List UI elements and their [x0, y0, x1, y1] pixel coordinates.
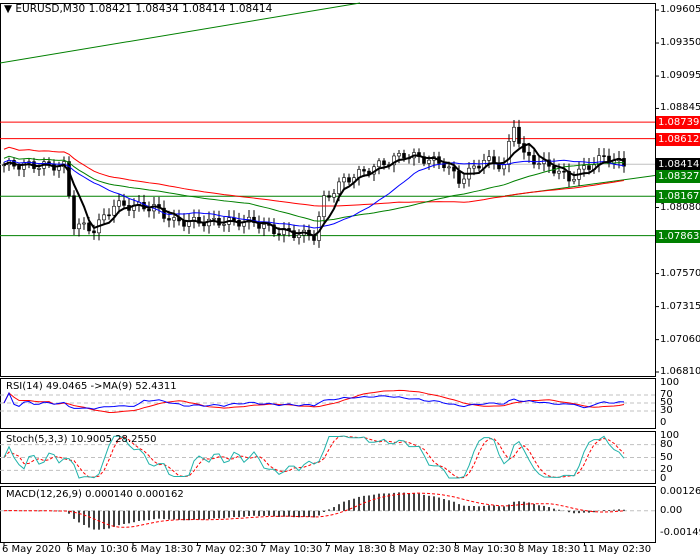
time-axis-label: 6 May 2020	[2, 544, 61, 555]
price-level-tag: 1.08739	[656, 116, 700, 130]
price-level-tag: 1.08327	[656, 169, 700, 183]
time-axis-label: 8 May 18:30	[518, 544, 581, 555]
time-axis-label: 6 May 18:30	[131, 544, 194, 555]
chart-canvas[interactable]	[0, 0, 700, 560]
time-axis-label: 6 May 10:30	[66, 544, 129, 555]
candle-body	[527, 151, 531, 156]
candle-body	[362, 169, 366, 172]
price-axis-label: 1.08845	[660, 102, 700, 114]
price-axis-label: 1.09605	[660, 4, 700, 15]
price-axis-label: 1.06810	[660, 366, 700, 377]
candle-body	[487, 156, 491, 161]
time-axis-label: 11 May 02:30	[582, 544, 652, 555]
time-axis-label: 8 May 10:30	[453, 544, 516, 555]
rsi-axis-label: 0	[660, 417, 667, 428]
candle-body	[212, 218, 216, 220]
candle-body	[117, 200, 121, 207]
candle-body	[72, 195, 76, 230]
stoch-axis-label: 0	[660, 473, 667, 484]
stoch-axis-label: 50	[660, 451, 673, 463]
price-level-tag: 1.07863	[656, 229, 700, 243]
candle-body	[537, 163, 541, 165]
macd-axis-label: 0.001261	[660, 486, 700, 497]
time-axis-label: 7 May 02:30	[195, 544, 258, 555]
candle-body	[82, 222, 86, 225]
candle-body	[507, 141, 511, 165]
price-axis-label: 1.09350	[660, 37, 700, 49]
stoch-label: Stoch(5,3,3) 10.9005 28.2550	[6, 434, 157, 445]
candle-body	[102, 214, 106, 221]
candle-body	[572, 179, 576, 182]
candle-body	[427, 159, 431, 164]
chart-title: ▼ EURUSD,M30 1.08421 1.08434 1.08414 1.0…	[4, 3, 273, 15]
candle-body	[77, 223, 81, 230]
symbol-label: EURUSD,M30	[15, 3, 86, 15]
candle-body	[557, 170, 561, 174]
rsi-axis-label: 100	[660, 377, 680, 388]
price-axis-label: 1.07570	[660, 267, 700, 279]
candle-body	[147, 208, 151, 212]
candle-body	[332, 193, 336, 198]
price-axis-label: 1.07315	[660, 300, 700, 312]
candle-body	[347, 177, 351, 183]
candle-body	[562, 170, 566, 173]
candle-body	[107, 214, 111, 217]
candle-body	[327, 195, 331, 198]
candle-body	[587, 165, 591, 170]
candle-body	[477, 165, 481, 169]
price-level-tag: 1.08612	[656, 132, 700, 146]
candle-body	[462, 178, 466, 184]
candle-body	[92, 230, 96, 234]
candle-body	[402, 153, 406, 159]
candle-body	[297, 234, 301, 238]
candle-body	[222, 224, 226, 226]
candle-body	[87, 222, 91, 232]
price-level-tag: 1.08167	[656, 190, 700, 204]
candle-body	[167, 218, 171, 221]
macd-label: MACD(12,26,9) 0.000140 0.000162	[6, 489, 184, 500]
candle-body	[122, 200, 126, 206]
candle-body	[512, 126, 516, 142]
candle-body	[377, 160, 381, 168]
time-axis-label: 7 May 18:30	[324, 544, 387, 555]
candle-body	[472, 165, 476, 169]
ma-green	[3, 155, 625, 222]
candle-body	[397, 153, 401, 157]
candle-body	[382, 160, 386, 166]
time-axis-label: 8 May 02:30	[389, 544, 452, 555]
candle-body	[37, 168, 41, 170]
candle-body	[517, 126, 521, 144]
candle-body	[172, 217, 176, 221]
chart-window: ▼ EURUSD,M30 1.08421 1.08434 1.08414 1.0…	[0, 0, 700, 560]
stoch-axis-label: 80	[660, 438, 673, 450]
candle-body	[447, 166, 451, 169]
macd-axis-label: -0.001491	[660, 527, 700, 538]
ma-blue	[3, 159, 625, 229]
price-axis-label: 1.07060	[660, 333, 700, 345]
time-axis-label: 7 May 10:30	[260, 544, 323, 555]
macd-axis-label: 0.00	[660, 504, 683, 516]
price-axis-label: 1.09095	[660, 70, 700, 82]
candle-body	[457, 170, 461, 184]
candle-body	[17, 165, 21, 170]
ohlc-readout: 1.08421 1.08434 1.08414 1.08414	[88, 3, 273, 15]
rsi-axis-label: 30	[660, 405, 673, 416]
candle-body	[337, 181, 341, 194]
candle-body	[582, 165, 586, 170]
ma-black	[3, 142, 625, 237]
candle-body	[277, 233, 281, 236]
candle-body	[342, 177, 346, 183]
candle-body	[262, 224, 266, 229]
candle-body	[602, 155, 606, 157]
rsi-label: RSI(14) 49.0465 ->MA(9) 52.4311	[6, 381, 177, 392]
candle-body	[112, 205, 116, 216]
ma-red	[3, 146, 625, 207]
candle-body	[532, 155, 536, 165]
